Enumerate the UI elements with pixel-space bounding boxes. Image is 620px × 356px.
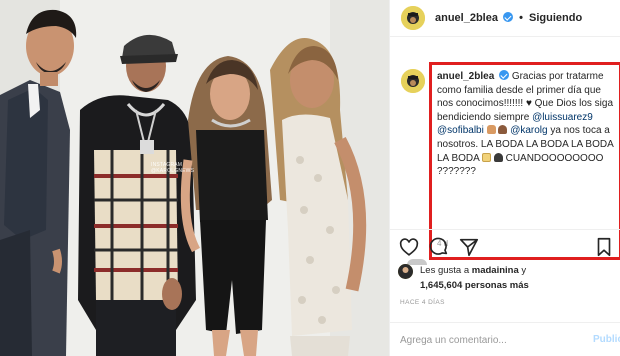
likes-connector: y	[521, 265, 527, 276]
caption-comment: anuel_2blea Gracias por tratarme como fa…	[390, 38, 620, 265]
comment-verified-badge-icon	[499, 70, 510, 80]
mention-luissuarez9[interactable]: @luissuarez9	[532, 112, 593, 123]
action-bar	[390, 229, 620, 262]
liker-username[interactable]: madainina	[472, 265, 519, 276]
header-separator: •	[519, 12, 523, 24]
likes-suffix[interactable]: personas más	[465, 280, 529, 291]
likes-line-2[interactable]: 1,645,604 personas más	[420, 279, 529, 293]
heart-icon[interactable]	[398, 236, 420, 258]
share-icon[interactable]	[458, 236, 480, 258]
comment-input[interactable]	[400, 332, 570, 348]
comment-icon[interactable]	[428, 236, 450, 258]
header-user-row: anuel_2blea • Siguiendo	[435, 12, 582, 24]
header-avatar[interactable]	[401, 6, 425, 30]
likes-line-1: Les gusta a madainina y	[420, 264, 526, 278]
photo-watermark: INSTAGRAM @KAROLGNEWS	[151, 162, 195, 174]
black-heart-emoji: ♥	[525, 98, 532, 110]
publish-button[interactable]: Publicar	[593, 334, 620, 345]
couple-emoji-icon	[498, 125, 508, 135]
following-button[interactable]: Siguiendo	[529, 12, 582, 24]
pray-emoji-icon	[486, 125, 496, 135]
header-username[interactable]: anuel_2blea	[435, 12, 498, 24]
post-header: anuel_2blea • Siguiendo	[390, 0, 620, 37]
groom-emoji-icon	[493, 152, 503, 162]
post-age[interactable]: HACE 4 DÍAS	[400, 299, 445, 306]
comment-username[interactable]: anuel_2blea	[437, 71, 494, 82]
liker-avatar	[398, 264, 413, 279]
post-side-panel: anuel_2blea • Siguiendo anuel_2blea Grac…	[389, 0, 620, 356]
mention-sofibalbi[interactable]: @sofibalbi	[437, 125, 484, 136]
comment-text: anuel_2blea Gracias por tratarme como fa…	[437, 70, 617, 179]
likes-count[interactable]: 1,645,604	[420, 280, 462, 291]
likes-prefix: Les gusta a	[420, 265, 470, 276]
comment-avatar[interactable]	[401, 69, 425, 93]
bookmark-icon[interactable]	[593, 236, 615, 258]
post-photo[interactable]: INSTAGRAM @KAROLGNEWS	[0, 0, 389, 356]
add-comment-bar: Publicar	[390, 322, 620, 356]
mention-karolg[interactable]: @karolg	[510, 125, 547, 136]
bride-emoji-icon	[482, 152, 492, 162]
photo-scene	[0, 0, 389, 356]
verified-badge-icon	[503, 12, 514, 22]
